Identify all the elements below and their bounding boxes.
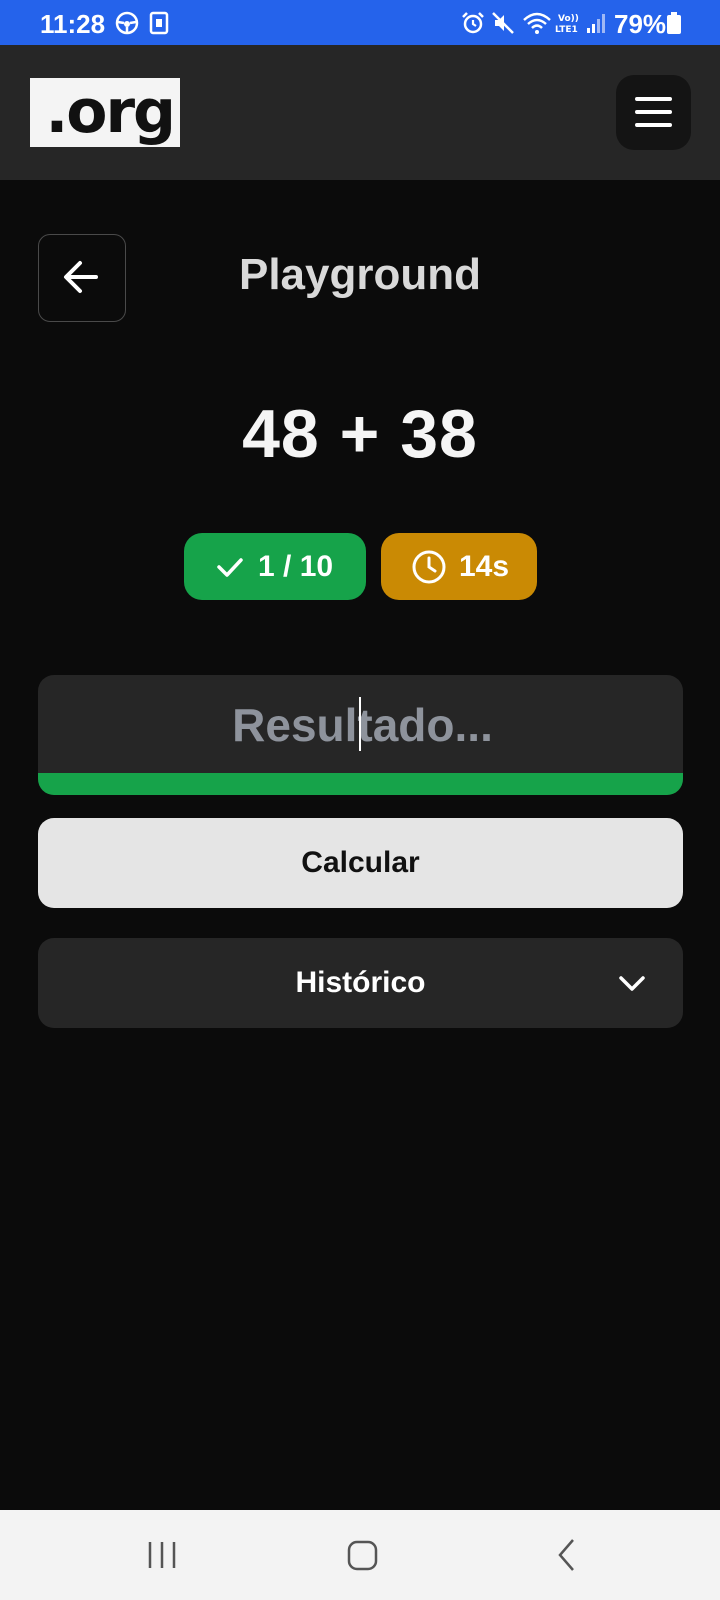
system-nav-bar bbox=[0, 1510, 720, 1600]
hamburger-icon-bar bbox=[635, 123, 672, 127]
score-text: 1 / 10 bbox=[258, 549, 334, 583]
clock-icon bbox=[412, 550, 446, 583]
check-icon bbox=[217, 557, 243, 577]
home-icon[interactable] bbox=[340, 1510, 384, 1600]
hamburger-icon-bar bbox=[635, 110, 672, 114]
text-caret bbox=[359, 697, 361, 751]
status-bar: 11:28 Vo)) LTE1 79% bbox=[0, 0, 720, 45]
history-label: Histórico bbox=[295, 966, 426, 999]
math-expression: 48 + 38 bbox=[242, 396, 478, 472]
hamburger-icon bbox=[635, 97, 672, 101]
steering-wheel-icon bbox=[115, 11, 139, 35]
battery-icon bbox=[667, 12, 681, 34]
back-icon[interactable] bbox=[545, 1510, 589, 1600]
svg-text:LTE1: LTE1 bbox=[555, 25, 578, 35]
wifi-icon bbox=[523, 12, 551, 34]
timer-badge: 14s bbox=[381, 533, 537, 600]
svg-text:Vo)): Vo)) bbox=[558, 14, 579, 24]
battery-percent: 79% bbox=[614, 9, 667, 39]
score-badge: 1 / 10 bbox=[184, 533, 366, 600]
status-time: 11:28 bbox=[40, 9, 106, 39]
result-field-underline bbox=[38, 773, 683, 795]
chevron-down-icon bbox=[619, 976, 645, 991]
mute-icon bbox=[492, 12, 514, 34]
sim-card-icon bbox=[149, 11, 169, 35]
recent-apps-icon[interactable] bbox=[140, 1510, 184, 1600]
history-toggle[interactable]: Histórico bbox=[38, 938, 683, 1028]
alarm-icon bbox=[462, 12, 484, 34]
timer-text: 14s bbox=[459, 549, 510, 583]
volte-icon: Vo)) LTE1 bbox=[555, 14, 579, 35]
site-logo[interactable]: .org bbox=[30, 78, 180, 147]
result-field bbox=[38, 675, 683, 795]
page-title: Playground bbox=[238, 250, 482, 299]
menu-button[interactable] bbox=[616, 75, 691, 150]
calculate-button[interactable]: Calcular bbox=[38, 818, 683, 908]
signal-icon bbox=[587, 14, 605, 33]
